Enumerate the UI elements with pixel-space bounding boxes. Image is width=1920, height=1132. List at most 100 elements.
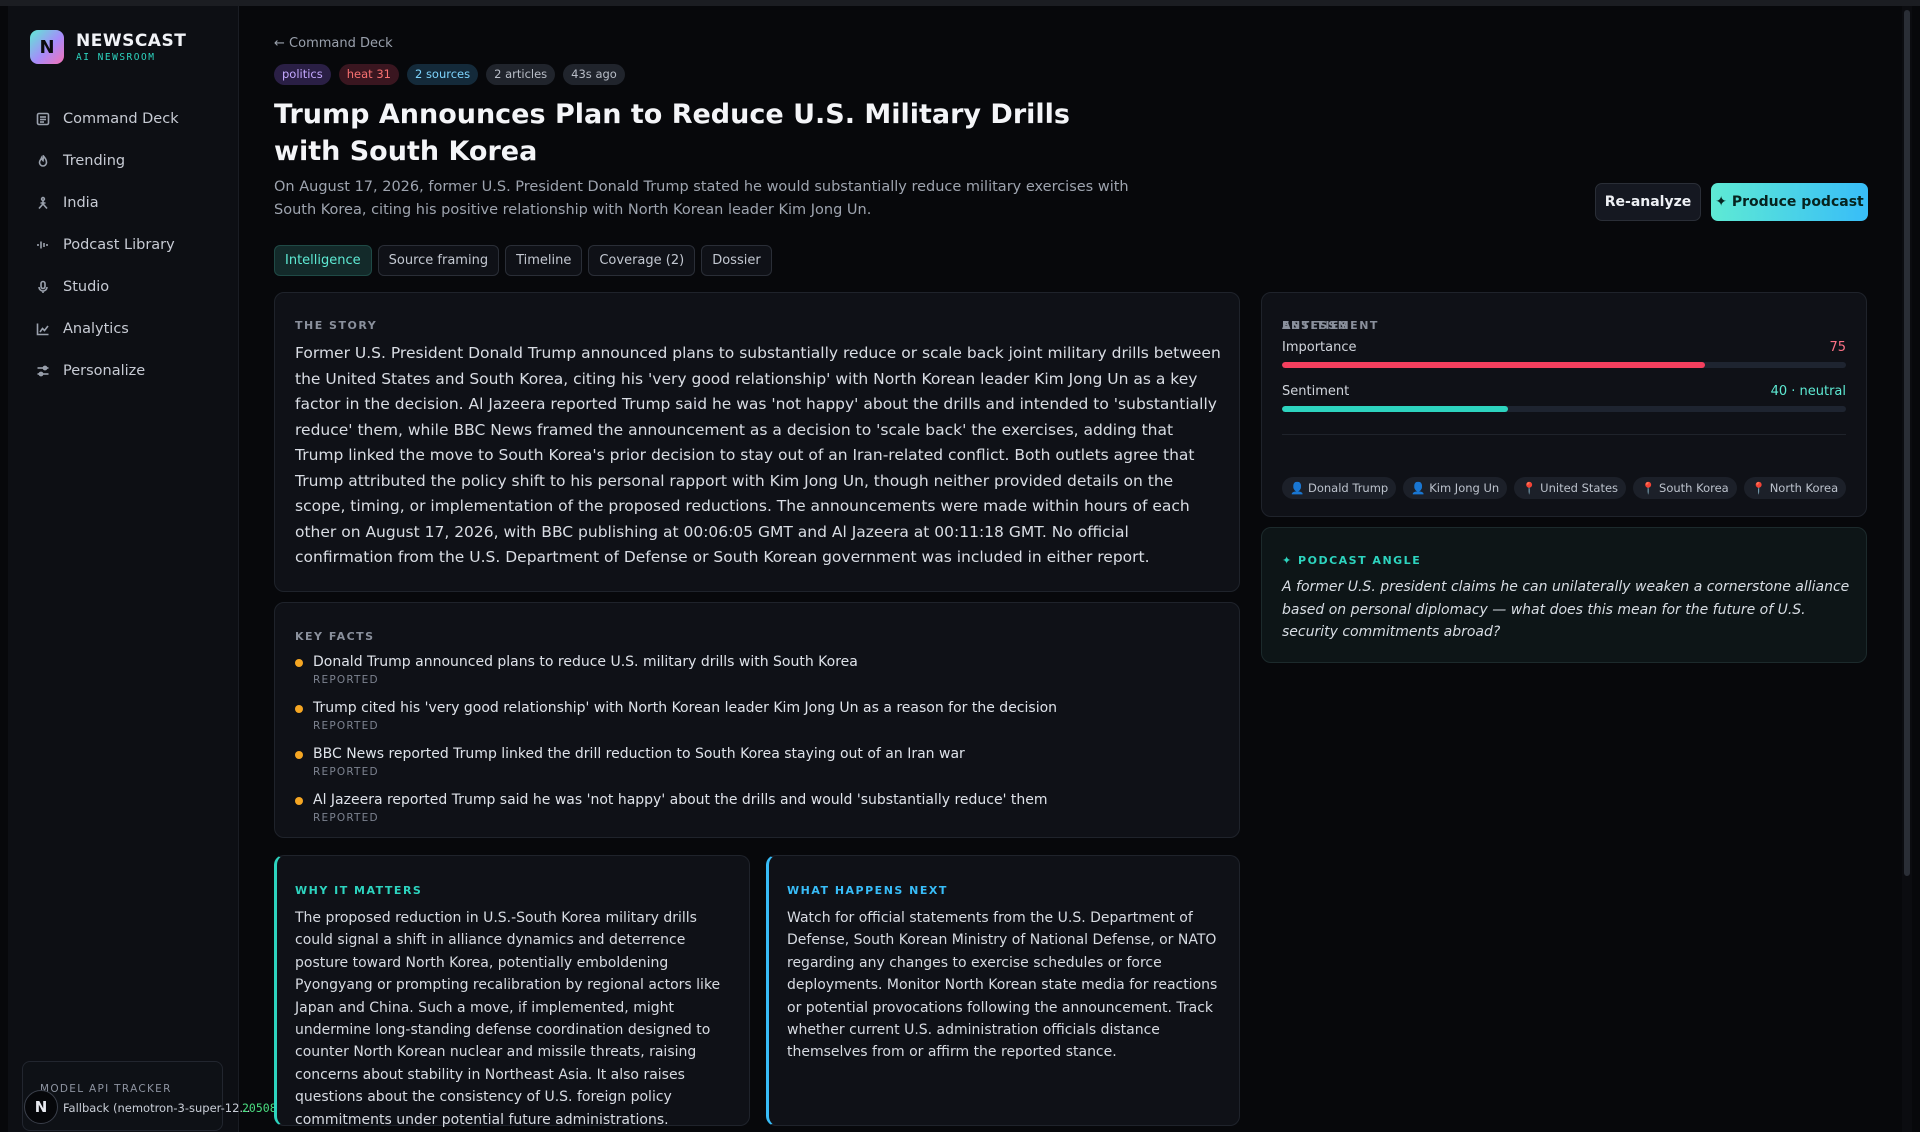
fact-text: Donald Trump announced plans to reduce U…: [313, 654, 858, 670]
sidebar-item-command-deck[interactable]: Command Deck: [26, 98, 222, 140]
sidebar-item-label: Analytics: [63, 321, 129, 337]
what-happens-next-label: WHAT HAPPENS NEXT: [787, 884, 948, 897]
scrollbar[interactable]: [1902, 6, 1912, 1132]
pin-icon: 📍: [1641, 481, 1656, 495]
person-icon: 👤: [1411, 481, 1426, 495]
story-tags: politics heat 31 2 sources 2 articles 43…: [274, 64, 625, 85]
sidebar-item-label: India: [63, 195, 99, 211]
bullet-dot-icon: [295, 797, 303, 805]
sidebar-item-personalize[interactable]: Personalize: [26, 350, 222, 392]
divider: [1282, 434, 1846, 435]
what-happens-next-text: Watch for official statements from the U…: [787, 910, 1218, 1061]
brand-logo: N: [30, 30, 64, 64]
tab-intelligence[interactable]: Intelligence: [274, 245, 372, 276]
sidebar-item-analytics[interactable]: Analytics: [26, 308, 222, 350]
scrollbar-thumb[interactable]: [1904, 10, 1910, 876]
sidebar-item-label: Studio: [63, 279, 110, 295]
importance-value: 75: [1829, 340, 1846, 355]
list-item: Al Jazeera reported Trump said he was 'n…: [295, 791, 1215, 837]
bullet-dot-icon: [295, 705, 303, 713]
sidebar-item-india[interactable]: India: [26, 182, 222, 224]
reanalyze-button[interactable]: Re-analyze: [1595, 183, 1701, 221]
podcast-angle-card: ✦ PODCAST ANGLE A former U.S. president …: [1261, 527, 1867, 663]
entity-chip[interactable]: 📍 United States: [1514, 477, 1627, 499]
arrow-left-icon: ←: [274, 36, 285, 51]
brand-name: NEWSCAST: [76, 30, 187, 51]
entities-label: ENTITIES: [1282, 319, 1350, 332]
tracker-entry: Fallback (nemotron-3-super-12...: [63, 1101, 251, 1115]
fact-status: REPORTED: [313, 812, 379, 824]
sidebar-item-podcast-library[interactable]: Podcast Library: [26, 224, 222, 266]
sidebar-nav: Command Deck Trending India Podcast Libr…: [26, 98, 222, 392]
tracker-toggle-button[interactable]: N: [24, 1090, 58, 1124]
back-link[interactable]: ← Command Deck: [274, 36, 393, 51]
sidebar: N NEWSCAST AI NEWSROOM Command Deck Tren…: [8, 6, 239, 1132]
landmark-icon: [36, 196, 50, 210]
page-title: Trump Announces Plan to Reduce U.S. Mili…: [274, 99, 1070, 167]
sources-badge: 2 sources: [406, 64, 479, 85]
fact-status: REPORTED: [313, 766, 379, 778]
back-link-label: Command Deck: [289, 36, 393, 51]
chart-icon: [36, 322, 50, 336]
story-text: Former U.S. President Donald Trump annou…: [295, 344, 1221, 566]
fact-text: Trump cited his 'very good relationship'…: [313, 700, 1058, 716]
sentiment-value: 40 · neutral: [1770, 384, 1846, 399]
age-badge: 43s ago: [563, 64, 625, 85]
tracker-title: MODEL API TRACKER: [40, 1083, 172, 1095]
articles-badge: 2 articles: [486, 64, 556, 85]
tab-coverage[interactable]: Coverage (2): [588, 245, 696, 276]
entity-chip[interactable]: 📍 North Korea: [1743, 477, 1847, 499]
fact-status: REPORTED: [313, 674, 379, 686]
entity-name: North Korea: [1769, 481, 1839, 495]
entity-name: United States: [1540, 481, 1619, 495]
tab-dossier[interactable]: Dossier: [701, 245, 772, 276]
sentiment-bar: [1282, 406, 1846, 412]
assessment-card: ASSESSMENT Importance 75 Sentiment 40 · …: [1261, 292, 1867, 517]
sliders-icon: [36, 364, 50, 378]
brand[interactable]: N NEWSCAST AI NEWSROOM: [30, 30, 186, 64]
podcast-angle-label: ✦ PODCAST ANGLE: [1282, 554, 1422, 567]
story-label: THE STORY: [295, 319, 378, 332]
tab-timeline[interactable]: Timeline: [505, 245, 583, 276]
bullet-dot-icon: [295, 751, 303, 759]
entity-name: Kim Jong Un: [1429, 481, 1500, 495]
flame-icon: [36, 154, 50, 168]
sidebar-item-studio[interactable]: Studio: [26, 266, 222, 308]
heat-badge: heat 31: [338, 64, 399, 85]
pin-icon: 📍: [1522, 481, 1537, 495]
pin-icon: 📍: [1751, 481, 1767, 495]
audio-bars-icon: [36, 238, 50, 252]
fact-text: BBC News reported Trump linked the drill…: [313, 746, 965, 762]
fact-text: Al Jazeera reported Trump said he was 'n…: [313, 792, 1048, 808]
main-content: ← Command Deck politics heat 31 2 source…: [240, 6, 1900, 1132]
fact-status: REPORTED: [313, 720, 379, 732]
why-it-matters-card: WHY IT MATTERS The proposed reduction in…: [274, 855, 750, 1128]
sentiment-bar-fill: [1282, 406, 1508, 412]
tab-bar: Intelligence Source framing Timeline Cov…: [274, 245, 772, 276]
brand-subtitle: AI NEWSROOM: [76, 51, 156, 63]
sentiment-metric: Sentiment 40 · neutral: [1282, 384, 1846, 412]
list-item: Trump cited his 'very good relationship'…: [295, 699, 1215, 745]
entity-chip[interactable]: 👤 Donald Trump: [1282, 477, 1397, 499]
entity-chip[interactable]: 👤 Kim Jong Un: [1403, 477, 1508, 499]
importance-metric: Importance 75: [1282, 340, 1846, 368]
category-badge: politics: [274, 64, 331, 85]
key-facts-card: KEY FACTS Donald Trump announced plans t…: [274, 602, 1240, 838]
entity-chip[interactable]: 📍 South Korea: [1633, 477, 1737, 499]
podcast-angle-text: A former U.S. president claims he can un…: [1282, 579, 1850, 640]
dashboard-icon: [36, 112, 50, 126]
app-root: N NEWSCAST AI NEWSROOM Command Deck Tren…: [0, 0, 1920, 1132]
importance-bar: [1282, 362, 1846, 368]
person-icon: 👤: [1290, 481, 1305, 495]
sidebar-item-trending[interactable]: Trending: [26, 140, 222, 182]
story-card: THE STORY Former U.S. President Donald T…: [274, 292, 1240, 592]
entity-name: Donald Trump: [1307, 481, 1389, 495]
sidebar-item-label: Trending: [63, 153, 126, 169]
tab-source-framing[interactable]: Source framing: [377, 245, 500, 276]
entity-list: 👤 Donald Trump 👤 Kim Jong Un 📍 United St…: [1282, 477, 1847, 499]
page-summary: On August 17, 2026, former U.S. Presiden…: [274, 179, 1129, 218]
why-it-matters-text: The proposed reduction in U.S.-South Kor…: [295, 910, 721, 1128]
why-it-matters-label: WHY IT MATTERS: [295, 884, 423, 897]
sentiment-label: Sentiment: [1282, 384, 1350, 399]
produce-podcast-button[interactable]: ✦ Produce podcast: [1711, 183, 1868, 221]
